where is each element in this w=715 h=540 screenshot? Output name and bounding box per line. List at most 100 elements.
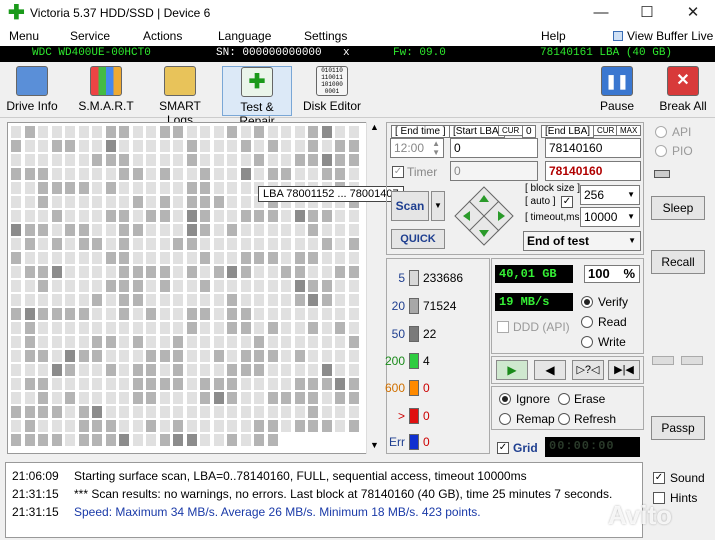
surface-block <box>119 294 129 306</box>
sleep-button[interactable]: Sleep <box>651 196 705 220</box>
rewind-button[interactable]: ◀ <box>534 360 566 380</box>
surface-block <box>105 210 116 222</box>
api-radio[interactable] <box>655 126 667 138</box>
menu-language[interactable]: Language <box>218 29 271 43</box>
disk-editor-button[interactable]: 010110 110011 101000 0001 Disk Editor <box>302 66 362 116</box>
end-max-button[interactable]: MAX <box>616 125 642 136</box>
menu-help[interactable]: Help <box>541 29 566 43</box>
drive-info-button[interactable]: Drive Info <box>4 66 60 116</box>
surface-block <box>78 154 89 166</box>
surface-block <box>105 308 116 320</box>
refresh-label: Refresh <box>574 412 617 426</box>
end-lba-input[interactable]: 78140160 <box>545 138 641 158</box>
surface-block <box>213 350 224 362</box>
surface-block <box>65 420 75 432</box>
surface-block <box>200 364 210 376</box>
drive-model[interactable]: WDC WD400UE-00HCT0 <box>32 47 151 59</box>
timeout-select[interactable]: 10000 ▼ <box>580 207 640 227</box>
end-mode-select[interactable]: End of test ▼ <box>523 231 641 251</box>
surface-block <box>132 420 143 432</box>
read-radio[interactable] <box>581 316 593 328</box>
surface-block <box>227 420 237 432</box>
surface-block <box>65 140 75 152</box>
surface-block <box>173 140 183 152</box>
refresh-radio[interactable] <box>558 413 570 425</box>
ddd-checkbox[interactable] <box>497 321 509 333</box>
start-cur-button[interactable]: CUR <box>498 125 524 136</box>
surface-block <box>267 308 278 320</box>
map-scrollbar[interactable]: ▲ ▼ <box>366 122 383 454</box>
end-time-input[interactable]: 12:00 ▲ ▼ <box>390 138 444 158</box>
surface-map[interactable] <box>7 122 383 454</box>
write-radio[interactable] <box>581 336 593 348</box>
scroll-down-icon[interactable]: ▼ <box>370 440 379 450</box>
play-button[interactable]: ▶ <box>496 360 528 380</box>
menu-service[interactable]: Service <box>70 29 110 43</box>
surface-block <box>24 434 35 446</box>
counter-label: 50 <box>391 327 405 341</box>
sound-label: Sound <box>670 471 705 485</box>
block-size-select[interactable]: 256 ▼ <box>580 185 640 205</box>
skip-button[interactable]: ▷?◁ <box>572 360 604 380</box>
surface-block <box>227 210 237 222</box>
menu-menu[interactable]: Menu <box>9 29 39 43</box>
auto-checkbox[interactable]: ✓ <box>561 196 573 208</box>
ignore-radio[interactable] <box>499 393 511 405</box>
counter-label: Err <box>389 435 405 449</box>
scroll-up-icon[interactable]: ▲ <box>370 122 379 132</box>
scan-button[interactable]: Scan <box>391 191 429 221</box>
sound-checkbox[interactable]: ✓ <box>653 472 665 484</box>
surface-block <box>65 336 75 348</box>
timer-checkbox[interactable]: ✓ <box>392 166 404 178</box>
surface-block <box>146 224 156 236</box>
surface-block <box>308 126 318 138</box>
end-cur-button[interactable]: CUR <box>593 125 619 136</box>
surface-block <box>24 154 35 166</box>
surface-block <box>267 322 278 334</box>
drive-firmware: Fw: 09.0 <box>393 47 446 59</box>
surface-block <box>159 196 170 208</box>
surface-block <box>146 294 156 306</box>
passp-button[interactable]: Passp <box>651 416 705 440</box>
surface-block <box>213 154 224 166</box>
remap-radio[interactable] <box>499 413 511 425</box>
view-buffer-live[interactable]: View Buffer Live <box>627 29 713 43</box>
pause-button[interactable]: ❚❚ Pause <box>596 66 638 116</box>
close-button[interactable]: ✕ <box>670 0 715 26</box>
surface-block <box>321 350 332 362</box>
maximize-button[interactable]: ☐ <box>624 0 670 26</box>
scan-dropdown[interactable]: ▼ <box>431 191 445 221</box>
direction-pad[interactable] <box>453 185 515 247</box>
erase-radio[interactable] <box>558 393 570 405</box>
surface-block <box>132 378 143 390</box>
surface-block <box>213 224 224 236</box>
test-repair-button[interactable]: ✚ Test & Repair <box>222 66 292 128</box>
menu-bar: Menu Service Actions Language Settings H… <box>0 26 715 46</box>
grid-checkbox[interactable]: ✓ <box>497 442 509 454</box>
smart-button[interactable]: S.M.A.R.T <box>74 66 138 116</box>
recall-button[interactable]: Recall <box>651 250 705 274</box>
quick-button[interactable]: QUICK <box>391 229 445 249</box>
surface-block <box>11 308 21 320</box>
drive-close[interactable]: x <box>343 47 350 59</box>
start-lba-input[interactable]: 0 <box>450 138 538 158</box>
verify-radio[interactable] <box>581 296 593 308</box>
surface-block <box>38 280 48 292</box>
timer-input[interactable]: 0 <box>450 161 538 181</box>
smart-logs-button[interactable]: SMART Logs <box>146 66 214 127</box>
start-zero-button[interactable]: 0 <box>522 125 536 138</box>
event-log[interactable]: 21:06:09 Starting surface scan, LBA=0..78… <box>5 462 643 538</box>
menu-actions[interactable]: Actions <box>143 29 182 43</box>
menu-settings[interactable]: Settings <box>304 29 347 43</box>
surface-block <box>24 406 35 418</box>
surface-block <box>240 266 251 278</box>
surface-block <box>92 210 102 222</box>
minimize-button[interactable]: — <box>578 0 624 26</box>
to-end-button[interactable]: ▶|◀ <box>608 360 640 380</box>
surface-block <box>173 252 183 264</box>
indicator-left-icon <box>652 356 674 365</box>
end-time-label: [ End time ] <box>391 125 450 138</box>
break-all-button[interactable]: ✕ Break All <box>658 66 708 116</box>
surface-block <box>65 238 75 250</box>
pio-radio[interactable] <box>655 145 667 157</box>
